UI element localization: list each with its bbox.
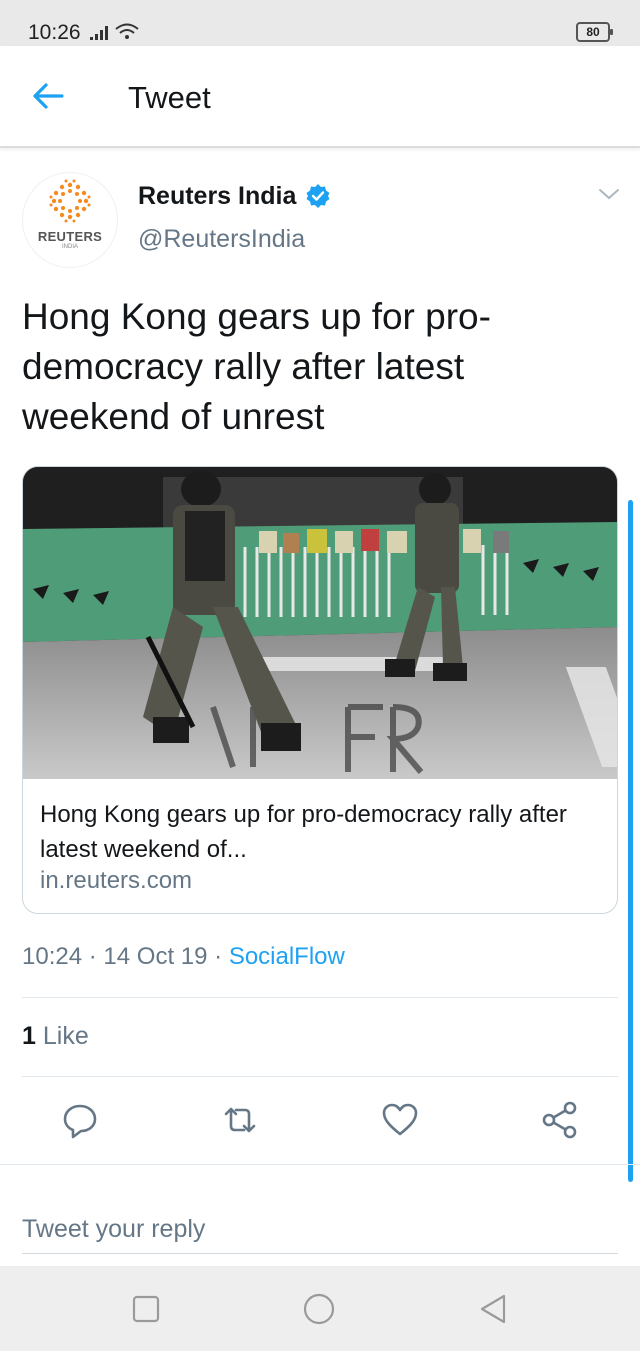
reply-input[interactable] [22, 1205, 618, 1254]
logo-sub: INDIA [61, 244, 78, 250]
likes-label: Like [42, 1022, 89, 1050]
signal-icon [90, 26, 108, 40]
author-handle[interactable]: @ReutersIndia [138, 225, 305, 254]
status-time: 10:26 [28, 21, 81, 44]
divider [22, 997, 618, 998]
avatar[interactable]: REUTERS INDIA [22, 172, 118, 268]
status-bar: 10:26 80 [0, 0, 640, 46]
home-circle-icon[interactable] [302, 1292, 336, 1326]
logo-word: REUTERS [37, 229, 103, 244]
author-name[interactable]: Reuters India [138, 182, 296, 211]
card-image [23, 467, 617, 779]
app-header: Tweet [0, 46, 640, 148]
divider [22, 1076, 618, 1077]
likes-count[interactable]: 1 Like [22, 1022, 89, 1051]
back-triangle-icon[interactable] [476, 1292, 510, 1326]
verified-badge-icon [306, 184, 330, 208]
scrollbar[interactable] [628, 500, 633, 1182]
page-title: Tweet [128, 80, 211, 115]
wifi-icon [115, 23, 139, 39]
retweet-icon[interactable] [220, 1100, 260, 1140]
reply-icon[interactable] [60, 1100, 100, 1140]
card-domain: in.reuters.com [40, 867, 193, 894]
recents-square-icon[interactable] [129, 1292, 163, 1326]
likes-number: 1 [22, 1022, 36, 1050]
like-heart-icon[interactable] [380, 1100, 420, 1140]
meta-separator: · [88, 943, 97, 970]
tweet-source-link[interactable]: SocialFlow [229, 943, 345, 970]
tweet-time: 10:24 [22, 943, 83, 970]
back-arrow-icon[interactable] [28, 78, 68, 114]
system-nav-bar [0, 1266, 640, 1351]
link-card[interactable]: Hong Kong gears up for pro-democracy ral… [22, 466, 618, 914]
tweet-date: 14 Oct 19 [103, 943, 208, 970]
tweet-text: Hong Kong gears up for pro-democracy ral… [22, 296, 491, 437]
reuters-logo-icon [49, 179, 91, 223]
meta-separator: · [214, 943, 223, 970]
chevron-down-icon[interactable] [597, 186, 621, 202]
tweet-meta: 10:24 · 14 Oct 19 · SocialFlow [22, 943, 345, 971]
share-icon[interactable] [540, 1100, 580, 1140]
battery-indicator: 80 [576, 22, 613, 42]
card-title: Hong Kong gears up for pro-democracy ral… [40, 801, 567, 863]
